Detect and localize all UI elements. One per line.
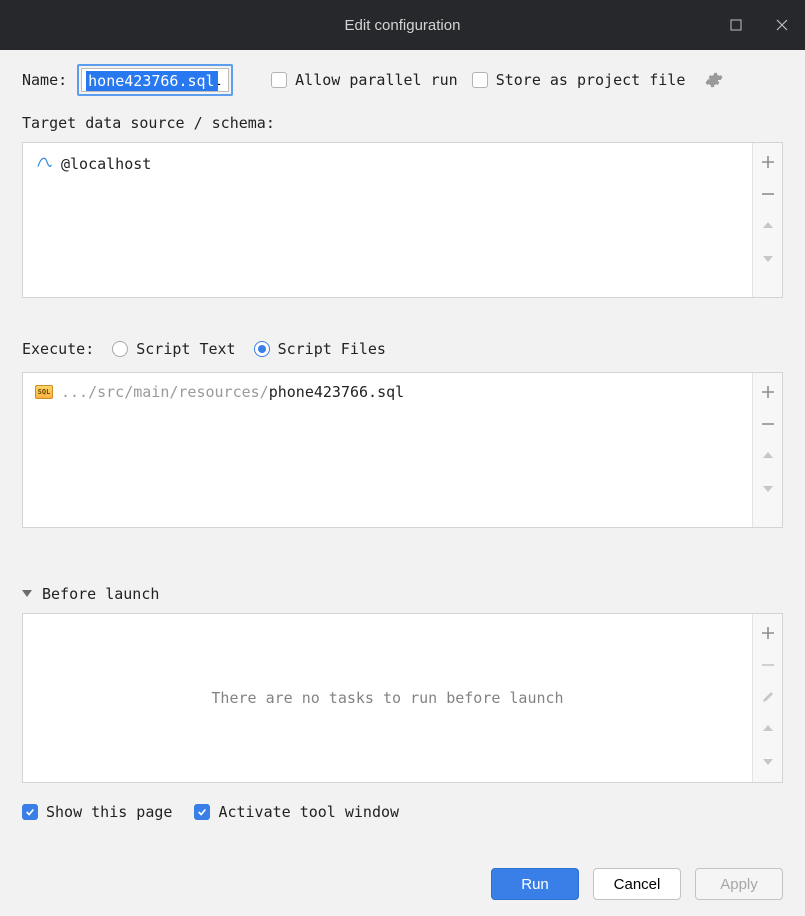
chevron-down-icon xyxy=(22,590,32,597)
radio-script-files-label: Script Files xyxy=(278,340,386,358)
radio-script-text[interactable]: Script Text xyxy=(112,340,235,358)
move-down-button[interactable] xyxy=(757,477,779,499)
mysql-icon xyxy=(35,153,53,175)
script-files-list[interactable]: SQL .../src/main/resources/phone423766.s… xyxy=(23,373,752,527)
show-this-page-checkbox[interactable]: Show this page xyxy=(22,803,172,821)
move-down-button[interactable] xyxy=(757,750,779,772)
window-maximize-button[interactable] xyxy=(713,0,759,50)
before-launch-list[interactable]: There are no tasks to run before launch xyxy=(23,614,752,782)
remove-button[interactable] xyxy=(757,654,779,676)
activate-tool-window-checkbox[interactable]: Activate tool window xyxy=(194,803,399,821)
add-button[interactable] xyxy=(757,622,779,644)
checkbox-box xyxy=(271,72,287,88)
move-up-button[interactable] xyxy=(757,718,779,740)
target-data-source-panel: @localhost xyxy=(22,142,783,298)
before-launch-label: Before launch xyxy=(42,585,159,603)
file-path-prefix: .../src/main/resources/ xyxy=(61,383,269,401)
execute-row: Execute: Script Text Script Files xyxy=(22,340,783,358)
cancel-button[interactable]: Cancel xyxy=(593,868,681,900)
allow-parallel-label: Allow parallel run xyxy=(295,71,458,89)
run-button[interactable]: Run xyxy=(491,868,579,900)
before-launch-panel: There are no tasks to run before launch xyxy=(22,613,783,783)
window-controls xyxy=(713,0,805,50)
name-input-selection: hone423766.sql xyxy=(86,71,217,91)
sql-file-icon: SQL xyxy=(35,385,53,399)
apply-button[interactable]: Apply xyxy=(695,868,783,900)
name-label: Name: xyxy=(22,71,67,89)
bottom-options-row: Show this page Activate tool window xyxy=(22,803,783,821)
data-source-side-toolbar xyxy=(752,143,782,297)
show-this-page-label: Show this page xyxy=(46,803,172,821)
checkbox-box xyxy=(472,72,488,88)
titlebar: Edit configuration xyxy=(0,0,805,50)
checkbox-box xyxy=(194,804,210,820)
move-down-button[interactable] xyxy=(757,247,779,269)
store-as-project-checkbox[interactable]: Store as project file xyxy=(472,71,686,89)
activate-tool-window-label: Activate tool window xyxy=(218,803,399,821)
data-source-name: @localhost xyxy=(61,155,151,173)
name-row: Name: hone423766.sql Allow parallel run … xyxy=(22,68,783,92)
add-button[interactable] xyxy=(757,381,779,403)
edit-button[interactable] xyxy=(757,686,779,708)
script-files-panel: SQL .../src/main/resources/phone423766.s… xyxy=(22,372,783,528)
target-data-source-label: Target data source / schema: xyxy=(22,114,783,132)
checkbox-box xyxy=(22,804,38,820)
script-files-side-toolbar xyxy=(752,373,782,527)
data-source-item[interactable]: @localhost xyxy=(35,153,740,175)
remove-button[interactable] xyxy=(757,183,779,205)
file-name: phone423766.sql xyxy=(269,383,404,401)
before-launch-side-toolbar xyxy=(752,614,782,782)
gear-icon[interactable] xyxy=(703,69,725,91)
move-up-button[interactable] xyxy=(757,215,779,237)
dialog-footer: Run Cancel Apply xyxy=(491,868,783,900)
window-title: Edit configuration xyxy=(345,17,461,34)
radio-script-files[interactable]: Script Files xyxy=(254,340,386,358)
radio-script-text-label: Script Text xyxy=(136,340,235,358)
before-launch-section: Before launch There are no tasks to run … xyxy=(22,584,783,783)
window-close-button[interactable] xyxy=(759,0,805,50)
data-source-list[interactable]: @localhost xyxy=(23,143,752,297)
execute-label: Execute: xyxy=(22,340,94,358)
allow-parallel-checkbox[interactable]: Allow parallel run xyxy=(271,71,458,89)
script-file-item[interactable]: SQL .../src/main/resources/phone423766.s… xyxy=(35,383,740,401)
move-up-button[interactable] xyxy=(757,445,779,467)
radio-dot xyxy=(112,341,128,357)
name-input-wrap: hone423766.sql xyxy=(81,68,229,92)
before-launch-disclosure[interactable]: Before launch xyxy=(22,585,159,603)
store-as-project-label: Store as project file xyxy=(496,71,686,89)
before-launch-empty-text: There are no tasks to run before launch xyxy=(211,689,563,707)
radio-dot xyxy=(254,341,270,357)
add-button[interactable] xyxy=(757,151,779,173)
remove-button[interactable] xyxy=(757,413,779,435)
